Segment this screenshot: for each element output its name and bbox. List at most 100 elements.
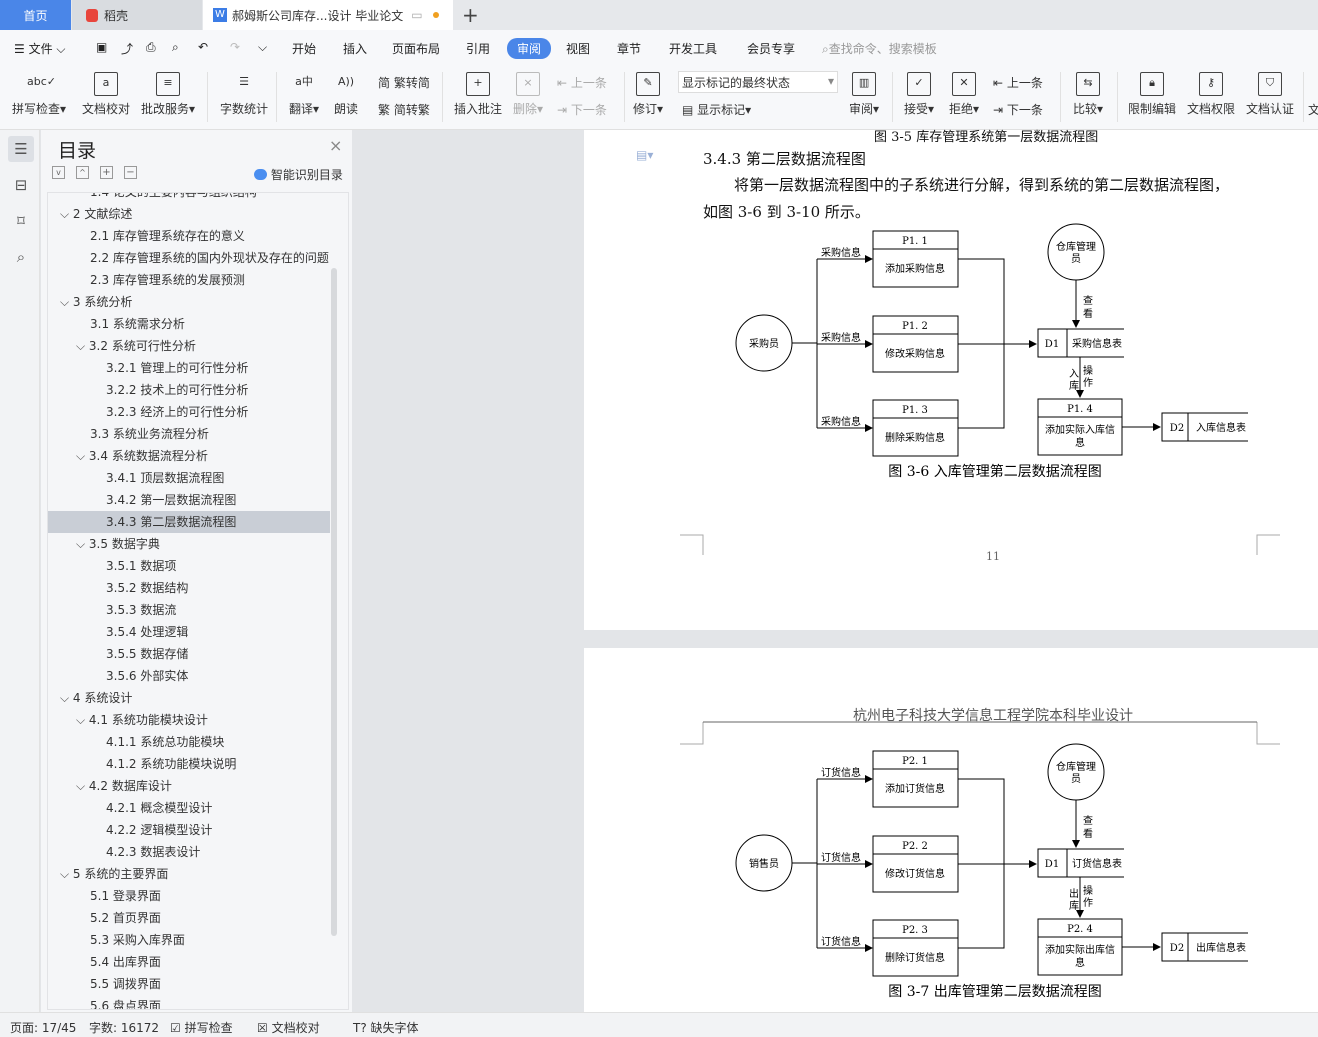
toc-item[interactable]: ⌵ 2 文献综述 <box>48 203 330 225</box>
proofread-button[interactable]: a 文档校对 <box>82 72 130 117</box>
accept-button[interactable]: ✓ 接受▾ <box>904 72 934 117</box>
redo-icon[interactable]: ↷ <box>230 40 240 54</box>
chevron-down-icon[interactable]: ⌵ <box>76 449 89 463</box>
toc-item[interactable]: 3.4.2 第一层数据流程图 <box>48 489 330 511</box>
toc-scrollbar[interactable] <box>331 268 337 936</box>
toc-item[interactable]: 5.3 采购入库界面 <box>48 929 330 951</box>
toc-item[interactable]: 3.5.1 数据项 <box>48 555 330 577</box>
chapter-icon[interactable]: ⊟ <box>8 172 34 198</box>
page-indicator[interactable]: 页面: 17/45 <box>10 1019 76 1036</box>
chevron-down-icon[interactable]: ⌵ <box>60 295 73 309</box>
prev-comment-button[interactable]: ⇤ 上一条 <box>557 74 607 91</box>
preview-icon[interactable]: ⌕ <box>172 40 179 55</box>
toc-item[interactable]: 4.2.2 逻辑模型设计 <box>48 819 330 841</box>
status-proofread[interactable]: ☒ 文档校对 <box>257 1019 320 1036</box>
toc-item[interactable]: ⌵ 4.1 系统功能模块设计 <box>48 709 330 731</box>
toc-item[interactable]: ⌵ 4.2 数据库设计 <box>48 775 330 797</box>
restrict-edit-button[interactable]: 🔒︎ 限制编辑 <box>1128 72 1176 117</box>
customize-icon[interactable]: ⌵ <box>258 40 267 55</box>
toc-item[interactable]: 4.1.1 系统总功能模块 <box>48 731 330 753</box>
smart-toc-button[interactable]: 智能识别目录 <box>254 166 343 183</box>
monitor-icon[interactable]: ▭ <box>411 8 422 22</box>
chevron-down-icon[interactable]: ⌵ <box>76 339 89 353</box>
bookmark-icon[interactable]: ⌑ <box>8 208 34 234</box>
menu-layout[interactable]: 页面布局 <box>392 40 440 57</box>
file-menu[interactable]: ☰ 文件 ⌵ <box>14 40 66 57</box>
toc-item[interactable]: 3.5.3 数据流 <box>48 599 330 621</box>
menu-insert[interactable]: 插入 <box>343 40 367 57</box>
markup-state-select[interactable]: 显示标记的最终状态 ▾ <box>678 71 838 93</box>
toc-item[interactable]: 3.1 系统需求分析 <box>48 313 330 335</box>
chevron-down-icon[interactable]: ⌵ <box>76 537 89 551</box>
menu-reference[interactable]: 引用 <box>466 40 490 57</box>
paragraph-menu-icon[interactable]: ▤▾ <box>636 148 653 162</box>
toc-item[interactable]: 5.1 登录界面 <box>48 885 330 907</box>
word-count[interactable]: 字数: 16172 <box>89 1019 159 1036</box>
menu-devtools[interactable]: 开发工具 <box>669 40 717 57</box>
delete-comment-button[interactable]: × 删除▾ <box>513 72 543 117</box>
undo-icon[interactable]: ↶ <box>198 40 208 54</box>
menu-review[interactable]: 审阅 <box>507 38 552 59</box>
chevron-down-icon[interactable]: ⌵ <box>76 779 89 793</box>
correction-service-button[interactable]: ≡ 批改服务▾ <box>141 72 195 117</box>
simp-to-trad-button[interactable]: 繁 简转繁 <box>378 101 430 118</box>
menu-view[interactable]: 视图 <box>566 40 590 57</box>
toc-item[interactable]: 3.2.2 技术上的可行性分析 <box>48 379 330 401</box>
menu-chapter[interactable]: 章节 <box>617 40 641 57</box>
toc-item[interactable]: ⌵ 3.2 系统可行性分析 <box>48 335 330 357</box>
toc-item[interactable]: ⌵ 4 系统设计 <box>48 687 330 709</box>
toc-item[interactable]: 4.1.2 系统功能模块说明 <box>48 753 330 775</box>
doc-permission-button[interactable]: ⚷ 文档权限 <box>1187 72 1235 117</box>
toc-item[interactable]: 2.3 库存管理系统的发展预测 <box>48 269 330 291</box>
save-icon[interactable]: ▣ <box>96 40 107 54</box>
toc-item[interactable]: ⌵ 3 系统分析 <box>48 291 330 313</box>
next-comment-button[interactable]: ⇥ 下一条 <box>557 101 607 118</box>
status-spellcheck[interactable]: ☑ 拼写检查 <box>170 1019 233 1036</box>
toc-item[interactable]: 3.5.4 处理逻辑 <box>48 621 330 643</box>
toc-item[interactable]: 5.6 盘点界面 <box>48 995 330 1009</box>
toc-item[interactable]: 3.5.6 外部实体 <box>48 665 330 687</box>
menu-start[interactable]: 开始 <box>292 40 316 57</box>
search-icon[interactable]: ⌕ <box>8 244 34 270</box>
toc-item[interactable]: ⌵ 5 系统的主要界面 <box>48 863 330 885</box>
tab-home[interactable]: 首页 <box>0 0 71 30</box>
next-change-button[interactable]: ⇥ 下一条 <box>993 101 1043 118</box>
toc-item[interactable]: 2.1 库存管理系统存在的意义 <box>48 225 330 247</box>
chevron-down-icon[interactable]: ⌵ <box>60 867 73 881</box>
toc-item[interactable]: 5.5 调拨界面 <box>48 973 330 995</box>
toc-item[interactable]: ⌵ 3.4 系统数据流程分析 <box>48 445 330 467</box>
tab-document[interactable]: W 郝姆斯公司库存...设计 毕业论文 ▭ <box>203 0 453 30</box>
toc-item[interactable]: 3.5.2 数据结构 <box>48 577 330 599</box>
reject-button[interactable]: ✕ 拒绝▾ <box>949 72 979 117</box>
toc-item[interactable]: 3.4.3 第二层数据流程图 <box>48 511 330 533</box>
toc-item[interactable]: 5.2 首页界面 <box>48 907 330 929</box>
review-pane-button[interactable]: ▥ 审阅▾ <box>849 72 879 117</box>
plus-icon[interactable]: + <box>100 166 113 179</box>
insert-comment-button[interactable]: + 插入批注 <box>454 72 502 117</box>
doc-auth-button[interactable]: ⛉ 文档认证 <box>1246 72 1294 117</box>
trad-to-simp-button[interactable]: 简 繁转简 <box>378 74 430 91</box>
prev-change-button[interactable]: ⇤ 上一条 <box>993 74 1043 91</box>
toc-item[interactable]: 3.5.5 数据存储 <box>48 643 330 665</box>
toc-item[interactable]: ⌵ 3.5 数据字典 <box>48 533 330 555</box>
minus-icon[interactable]: − <box>124 166 137 179</box>
export-icon[interactable]: ⤴ <box>121 40 133 57</box>
new-tab-button[interactable]: + <box>462 0 479 30</box>
toc-item[interactable]: 3.3 系统业务流程分析 <box>48 423 330 445</box>
toc-item[interactable]: 4.2.1 概念模型设计 <box>48 797 330 819</box>
toc-item[interactable]: 3.2.3 经济上的可行性分析 <box>48 401 330 423</box>
compare-button[interactable]: ⇆ 比较▾ <box>1073 72 1103 117</box>
toc-icon[interactable]: ☰ <box>8 136 34 162</box>
word-count-button[interactable]: ☰ 字数统计 <box>220 72 268 117</box>
spell-check-button[interactable]: abc✓ 拼写检查▾ <box>12 72 66 117</box>
collapse-all-icon[interactable]: v <box>52 166 65 179</box>
translate-button[interactable]: a中 翻译▾ <box>289 72 319 117</box>
search-command[interactable]: ⌕查找命令、搜索模板 <box>822 40 937 57</box>
show-markup-button[interactable]: ▤ 显示标记▾ <box>682 101 751 118</box>
status-missing-font[interactable]: T? 缺失字体 <box>353 1019 419 1036</box>
chevron-down-icon[interactable]: ⌵ <box>60 691 73 705</box>
close-icon[interactable]: × <box>329 136 342 155</box>
print-icon[interactable]: ⎙ <box>146 40 156 55</box>
toc-item[interactable]: 3.4.1 顶层数据流程图 <box>48 467 330 489</box>
tab-docer[interactable]: 稻壳 <box>72 0 202 30</box>
